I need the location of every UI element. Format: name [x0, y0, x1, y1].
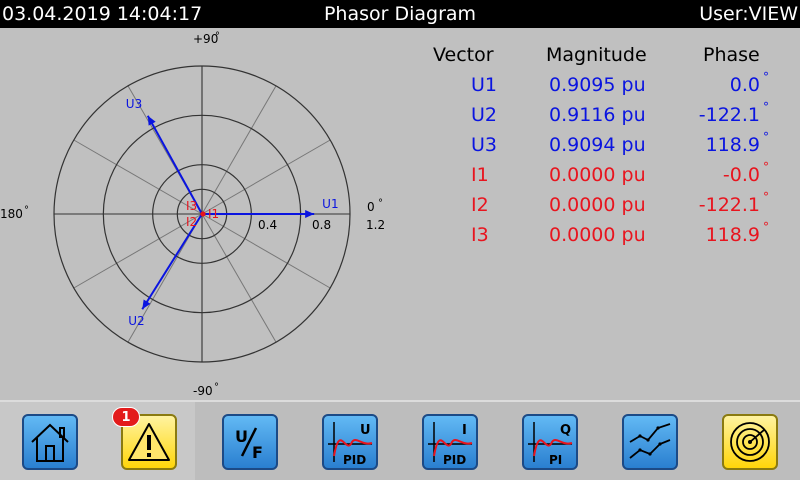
trend-button[interactable] — [622, 414, 678, 470]
radar-target-icon — [730, 422, 770, 462]
u-f-button[interactable]: U F — [222, 414, 278, 470]
vector-name-u1: U1 — [471, 74, 497, 96]
magnitude-u2: 0.9116 pu — [549, 104, 646, 126]
vector-name-u2: U2 — [471, 104, 497, 126]
pid-i-icon: I PID — [428, 422, 473, 467]
q-pi-top-label: Q — [560, 423, 571, 438]
phase-degree-u1: ° — [763, 70, 769, 84]
home-button[interactable] — [22, 414, 78, 470]
phase-i2: -122.1 — [698, 194, 760, 216]
pid-u-icon: U PID — [328, 422, 373, 467]
q-pi-button[interactable]: Q PI — [522, 414, 578, 470]
vector-name-u3: U3 — [471, 134, 497, 156]
phase-degree-i1: ° — [763, 160, 769, 174]
alarm-count-badge: 1 — [112, 407, 140, 427]
phase-degree-i2: ° — [763, 190, 769, 204]
phase-i3: 118.9 — [705, 224, 760, 246]
phasor-button[interactable] — [722, 414, 778, 470]
top-status-bar: 03.04.2019 14:04:17 Phasor Diagram User:… — [0, 0, 800, 28]
magnitude-i2: 0.0000 pu — [549, 194, 646, 216]
i-pid-top-label: I — [462, 423, 467, 438]
vector-name-i3: I3 — [471, 224, 489, 246]
q-pi-bottom-label: PI — [549, 453, 562, 467]
i-pid-bottom-label: PID — [443, 453, 466, 467]
header-vector: Vector — [433, 44, 494, 66]
phase-u3: 118.9 — [705, 134, 760, 156]
phase-degree-u3: ° — [763, 130, 769, 144]
phase-degree-i3: ° — [763, 220, 769, 234]
magnitude-i3: 0.0000 pu — [549, 224, 646, 246]
i-pid-button[interactable]: I PID — [422, 414, 478, 470]
u-pid-button[interactable]: U PID — [322, 414, 378, 470]
phase-u1: 0.0 — [729, 74, 760, 96]
user-label[interactable]: User:VIEW — [699, 0, 798, 28]
header-phase: Phase — [703, 44, 760, 66]
magnitude-i1: 0.0000 pu — [549, 164, 646, 186]
trend-chart-icon — [629, 423, 671, 459]
pi-q-icon: Q PI — [528, 422, 573, 467]
main-panel: U1 U2 U3 I1 I2 I3 +90 ° -90 ° 180 ° 0 ° 0.4 0… — [0, 28, 800, 400]
page-title: Phasor Diagram — [323, 3, 477, 25]
header-magnitude: Magnitude — [546, 44, 647, 66]
u-pid-bottom-label: PID — [343, 453, 366, 467]
magnitude-u1: 0.9095 pu — [549, 74, 646, 96]
u-pid-top-label: U — [360, 423, 371, 438]
bottom-toolbar: 1 U F U PID I PID Q PI — [0, 400, 800, 480]
magnitude-u3: 0.9094 pu — [549, 134, 646, 156]
phase-degree-u2: ° — [763, 100, 769, 114]
phasor-table: Vector Magnitude Phase U1 0.9095 pu 0.0 ° U2… — [0, 28, 800, 400]
phase-i1: -0.0 — [722, 164, 760, 186]
home-icon — [31, 423, 69, 462]
phase-u2: -122.1 — [698, 104, 760, 126]
vector-name-i2: I2 — [471, 194, 489, 216]
u-f-top-label: U — [235, 427, 248, 446]
u-f-bottom-label: F — [252, 443, 263, 462]
u-over-f-icon: U F — [235, 427, 263, 462]
vector-name-i1: I1 — [471, 164, 489, 186]
